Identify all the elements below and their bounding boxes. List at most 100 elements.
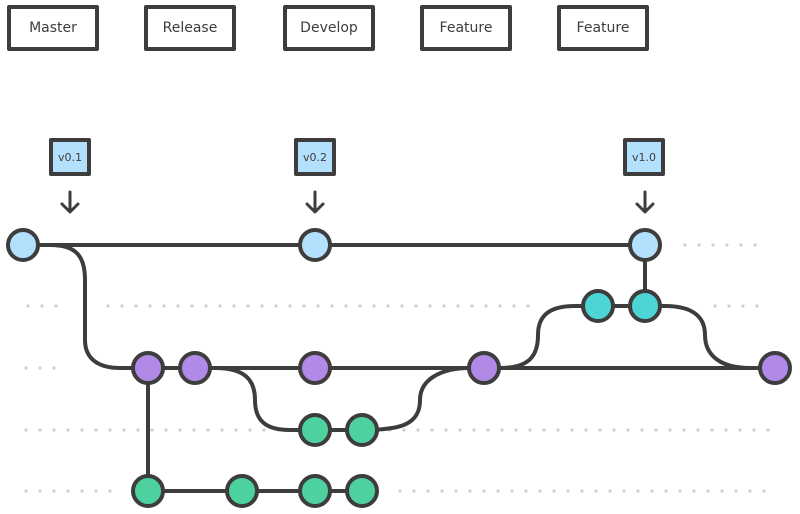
commit-node-develop (758, 351, 792, 385)
commit-node-master (298, 228, 332, 262)
lane-dot (640, 428, 644, 432)
lane-dot (484, 304, 488, 308)
lane-dot (741, 304, 745, 308)
lane-dot (400, 304, 404, 308)
commit-node-feature (131, 474, 165, 508)
lane-dot (738, 428, 742, 432)
lane-dot (288, 304, 292, 308)
lane-dot (38, 428, 42, 432)
lane-dot (136, 428, 140, 432)
down-arrow-icon (305, 190, 325, 214)
lane-dot (711, 243, 715, 247)
lane-dot (584, 428, 588, 432)
lane-dot (500, 428, 504, 432)
lane-dot (664, 489, 668, 493)
tag-arrows (60, 190, 655, 214)
lane-dot (570, 428, 574, 432)
lane-dot (454, 489, 458, 493)
lane-dot (496, 489, 500, 493)
lane-dot (178, 428, 182, 432)
commit-node-feature (225, 474, 259, 508)
lane-dot (66, 428, 70, 432)
lane-dot (762, 489, 766, 493)
lane-dot (192, 428, 196, 432)
lane-dot (206, 428, 210, 432)
lane-dot (612, 428, 616, 432)
lane-dot (598, 428, 602, 432)
lane-dot (120, 304, 124, 308)
lane-dot (734, 489, 738, 493)
commit-node-develop (467, 351, 501, 385)
commit-node-feature (298, 474, 332, 508)
lane-dot (386, 304, 390, 308)
lane-dot (654, 428, 658, 432)
lane-dot (302, 304, 306, 308)
lane-dot (218, 304, 222, 308)
lane-dot (697, 243, 701, 247)
lane-dot (498, 304, 502, 308)
lane-dot (164, 428, 168, 432)
lane-dot (748, 489, 752, 493)
commit-node-feature (345, 474, 379, 508)
lane-dot (510, 489, 514, 493)
lane-dot (755, 304, 759, 308)
lane-dot (668, 428, 672, 432)
lane-dot (526, 304, 530, 308)
lane-dot (622, 489, 626, 493)
lane-dot (24, 489, 28, 493)
lane-dot (162, 304, 166, 308)
lane-dot (234, 428, 238, 432)
lane-dot (682, 428, 686, 432)
lane-dot (134, 304, 138, 308)
lane-dot (766, 428, 770, 432)
lane-dot (220, 428, 224, 432)
lane-dot (80, 428, 84, 432)
branch-edge (499, 304, 751, 370)
lane-dot (38, 366, 42, 370)
lane-dot (108, 489, 112, 493)
lane-dot (358, 304, 362, 308)
branch-edge (214, 366, 471, 432)
lane-dot (538, 489, 542, 493)
lane-dot (470, 304, 474, 308)
lane-dot (66, 489, 70, 493)
lane-dot (426, 489, 430, 493)
down-arrow-icon (635, 190, 655, 214)
lane-dot (524, 489, 528, 493)
lane-dot (725, 243, 729, 247)
lane-dot (710, 428, 714, 432)
lane-dot (678, 489, 682, 493)
lane-dot (720, 489, 724, 493)
lane-dot (190, 304, 194, 308)
lane-dot (274, 304, 278, 308)
lane-dot (636, 489, 640, 493)
lane-dot (528, 428, 532, 432)
lane-dot (106, 304, 110, 308)
lane-dot (176, 304, 180, 308)
lane-dot (514, 428, 518, 432)
lane-dot (752, 428, 756, 432)
lane-dot (440, 489, 444, 493)
lane-dot (52, 428, 56, 432)
commit-node-feature (298, 413, 332, 447)
lane-dot (626, 428, 630, 432)
lane-dot (566, 489, 570, 493)
down-arrow-icon (60, 190, 80, 214)
lane-dot (456, 304, 460, 308)
lane-dot (512, 304, 516, 308)
lane-dot (54, 304, 58, 308)
lane-dot (430, 428, 434, 432)
lane-dot (316, 304, 320, 308)
lane-dot (458, 428, 462, 432)
lane-dot (52, 489, 56, 493)
lane-dot (428, 304, 432, 308)
lane-dot (472, 428, 476, 432)
lane-dot (486, 428, 490, 432)
lane-dot (248, 428, 252, 432)
lane-dot (344, 304, 348, 308)
lane-dot (262, 428, 266, 432)
commit-node-develop (298, 351, 332, 385)
lane-dot (412, 489, 416, 493)
lane-dot (608, 489, 612, 493)
lane-dot (650, 489, 654, 493)
